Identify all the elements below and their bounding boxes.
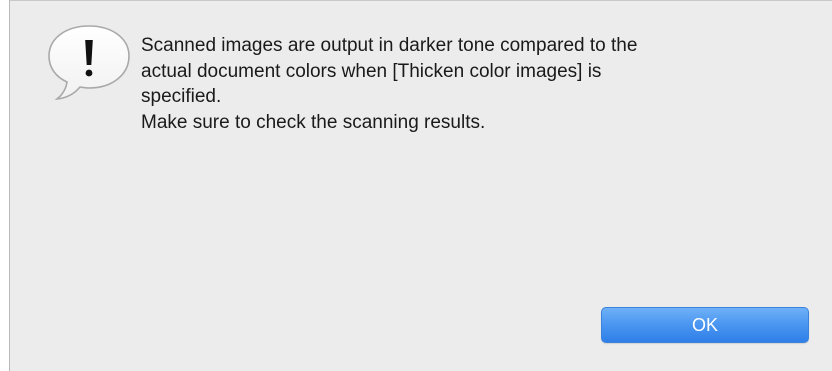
message-line: actual document colors when [Thicken col… bbox=[141, 60, 602, 82]
message-line: Make sure to check the scanning results. bbox=[141, 111, 486, 133]
ok-button[interactable]: OK bbox=[601, 307, 809, 343]
exclamation-speech-bubble-icon bbox=[48, 25, 130, 101]
alert-message: Scanned images are output in darker tone… bbox=[141, 33, 801, 135]
message-line: specified. bbox=[141, 86, 222, 107]
message-line: Scanned images are output in darker tone… bbox=[141, 35, 638, 56]
alert-dialog: Scanned images are output in darker tone… bbox=[9, 0, 832, 371]
